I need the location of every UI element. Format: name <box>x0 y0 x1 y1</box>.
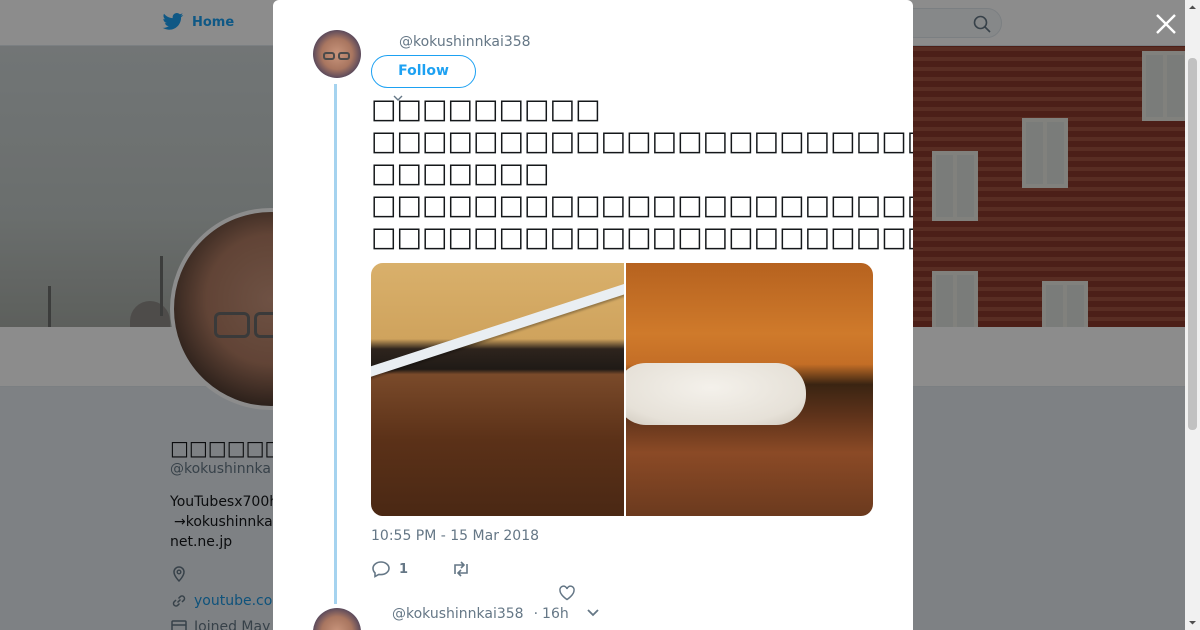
page-scrollbar[interactable] <box>1185 0 1200 630</box>
next-tweet-handle[interactable]: @kokushinnkai358 <box>392 606 524 622</box>
follow-button[interactable]: Follow <box>371 55 476 88</box>
chevron-down-icon[interactable] <box>587 609 599 617</box>
reply-count: 1 <box>399 561 409 577</box>
tweet-text: □□□□□□□□□ □□□□□□□□□□□□□□□□□□□□□ □□□□ □□□ □… <box>371 94 913 253</box>
reply-icon <box>372 561 390 578</box>
next-tweet-time[interactable]: 16h <box>542 606 569 622</box>
scroll-thumb[interactable] <box>1188 58 1197 430</box>
scroll-up-arrow-icon[interactable] <box>1185 0 1200 15</box>
avatar-glasses <box>323 52 335 60</box>
tweet-media <box>371 263 873 516</box>
tweet-photo[interactable] <box>626 263 873 516</box>
tweet-actions: 1 <box>371 560 471 578</box>
next-tweet-separator: · <box>533 606 539 622</box>
photo-cable <box>371 274 624 383</box>
photo-foam <box>626 363 806 425</box>
thread-line <box>334 84 337 604</box>
tweet-photo[interactable] <box>371 263 624 516</box>
tweet-timestamp[interactable]: 10:55 PM - 15 Mar 2018 <box>371 528 539 544</box>
retweet-button[interactable] <box>451 560 471 578</box>
reply-button[interactable]: 1 <box>371 560 451 578</box>
tweet-modal: @kokushinnkai358 Follow □□□□□□□□□ □□□□□□… <box>273 0 913 630</box>
close-icon[interactable] <box>1154 12 1178 36</box>
avatar-glasses <box>338 52 350 60</box>
tweet-author-avatar[interactable] <box>313 30 361 78</box>
tweet-author-handle[interactable]: @kokushinnkai358 <box>399 34 531 50</box>
like-icon[interactable] <box>558 585 576 601</box>
next-tweet-avatar[interactable] <box>313 608 361 630</box>
retweet-icon <box>454 561 468 577</box>
next-tweet-header: @kokushinnkai358 · 16h <box>392 606 569 622</box>
scroll-down-arrow-icon[interactable] <box>1185 615 1200 630</box>
